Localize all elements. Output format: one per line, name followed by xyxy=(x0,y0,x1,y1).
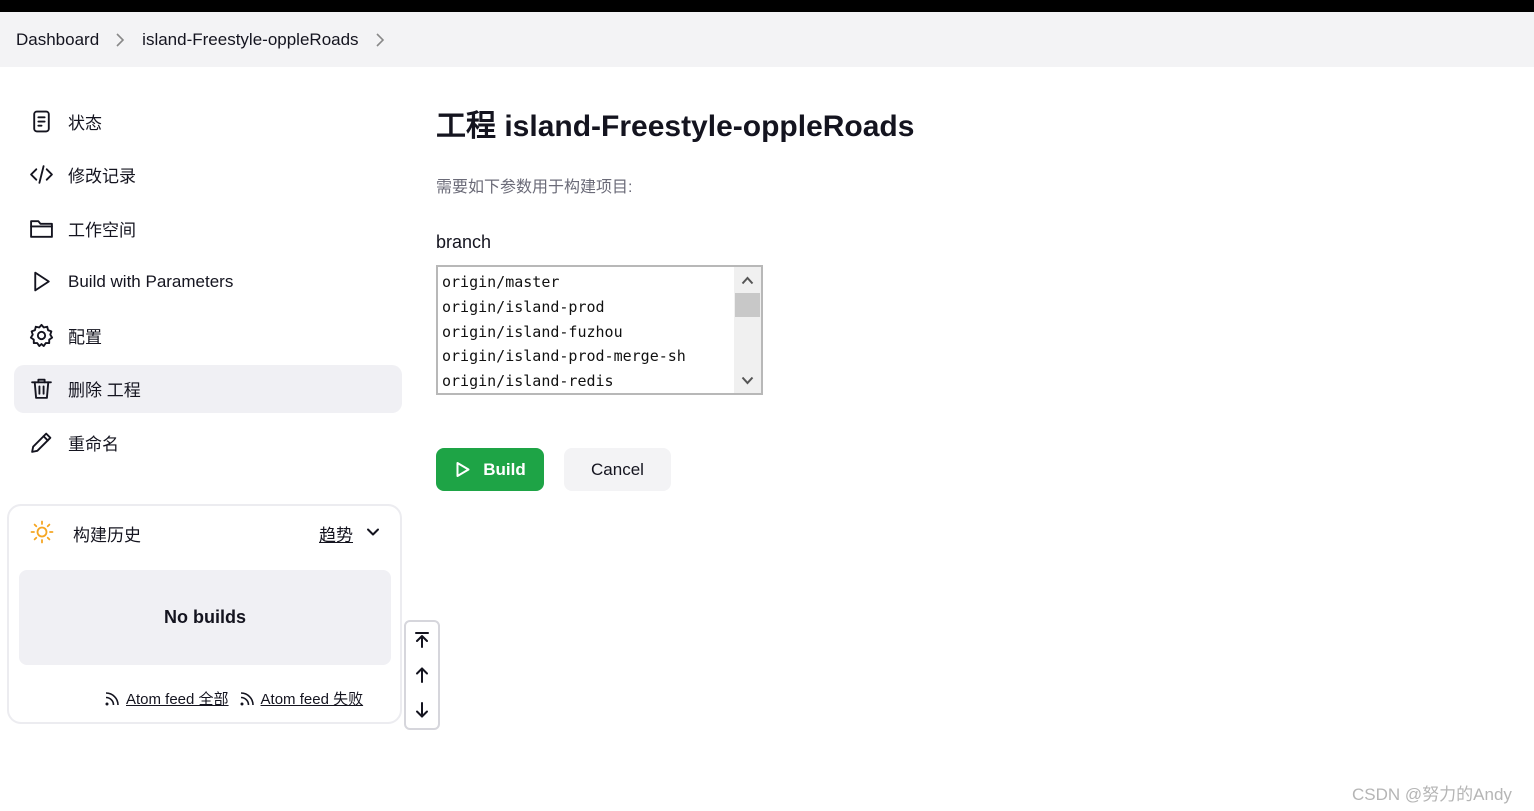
branch-options: origin/master origin/island-prod origin/… xyxy=(442,270,734,394)
parameters-description: 需要如下参数用于构建项目: xyxy=(436,179,633,196)
sun-icon xyxy=(30,520,54,544)
sidebar: 状态 修改记录 工作空间 Build with Parameters 配置 删除… xyxy=(14,97,402,472)
sidebar-item-label: 状态 xyxy=(68,113,102,133)
atom-feed-failed-link[interactable]: Atom feed 失败 xyxy=(239,688,364,709)
build-history-panel: 构建历史 趋势 No builds Atom feed 全部 Atom feed… xyxy=(7,504,402,724)
branch-option[interactable]: origin/island-prod-merge-sh xyxy=(442,344,734,369)
trend-link[interactable]: 趋势 xyxy=(319,521,353,546)
sidebar-item-status[interactable]: 状态 xyxy=(14,97,402,145)
watermark: CSDN @努力的Andy xyxy=(1352,785,1512,804)
arrow-to-top-icon xyxy=(415,631,429,648)
breadcrumb-dashboard[interactable]: Dashboard xyxy=(16,30,99,50)
sidebar-item-rename[interactable]: 重命名 xyxy=(14,418,402,466)
listbox-scrollbar[interactable] xyxy=(734,267,761,393)
atom-feeds: Atom feed 全部 Atom feed 失败 xyxy=(104,688,373,709)
document-icon xyxy=(28,108,54,134)
page-scroll-controls xyxy=(404,620,440,730)
build-button[interactable]: Build xyxy=(436,448,544,491)
sidebar-item-delete-project[interactable]: 删除 工程 xyxy=(14,364,402,413)
play-icon xyxy=(456,462,470,477)
build-history-title: 构建历史 xyxy=(73,526,141,545)
sidebar-item-label: 重命名 xyxy=(68,434,119,454)
branch-option[interactable]: origin/island-prod xyxy=(442,295,734,320)
chevron-up-icon[interactable] xyxy=(734,268,761,292)
gear-icon xyxy=(28,322,54,348)
folder-icon xyxy=(28,215,54,241)
scroll-up-button[interactable] xyxy=(406,657,438,692)
arrow-up-icon xyxy=(416,667,428,683)
sidebar-item-label: 工作空间 xyxy=(68,220,136,240)
branch-option[interactable]: origin/island-fuzhou xyxy=(442,320,734,345)
sidebar-item-changes[interactable]: 修改记录 xyxy=(14,151,402,199)
cancel-button[interactable]: Cancel xyxy=(564,448,671,491)
sidebar-item-label: 删除 工程 xyxy=(68,381,141,400)
chevron-down-icon[interactable] xyxy=(734,368,761,392)
sidebar-item-label: 配置 xyxy=(68,327,102,347)
atom-feed-failed-label: Atom feed 失败 xyxy=(260,691,364,708)
scroll-down-button[interactable] xyxy=(406,692,438,727)
breadcrumb: Dashboard island-Freestyle-oppleRoads xyxy=(0,12,1534,67)
play-icon xyxy=(28,269,54,295)
build-button-label: Build xyxy=(483,459,526,479)
rss-icon xyxy=(105,691,119,705)
rss-icon xyxy=(240,691,254,705)
sidebar-item-build-with-parameters[interactable]: Build with Parameters xyxy=(14,258,402,306)
chevron-down-icon[interactable] xyxy=(365,524,381,540)
sidebar-item-configure[interactable]: 配置 xyxy=(14,311,402,359)
scroll-to-top-button[interactable] xyxy=(406,622,438,657)
sidebar-item-workspace[interactable]: 工作空间 xyxy=(14,204,402,252)
page-title: 工程 island-Freestyle-oppleRoads xyxy=(436,110,915,143)
code-icon xyxy=(28,162,54,188)
scrollbar-thumb[interactable] xyxy=(735,293,760,317)
chevron-right-icon[interactable] xyxy=(375,32,385,47)
branch-option[interactable]: origin/master xyxy=(442,270,734,295)
branch-option[interactable]: origin/island-redis xyxy=(442,369,734,394)
atom-feed-all-link[interactable]: Atom feed 全部 xyxy=(104,688,229,709)
pencil-icon xyxy=(28,429,54,455)
no-builds-message: No builds xyxy=(19,570,391,665)
breadcrumb-project[interactable]: island-Freestyle-oppleRoads xyxy=(142,30,358,50)
atom-feed-all-label: Atom feed 全部 xyxy=(126,691,229,708)
top-header-bar xyxy=(0,0,1534,12)
arrow-down-icon xyxy=(416,701,428,717)
trash-icon xyxy=(28,376,54,402)
sidebar-item-label: Build with Parameters xyxy=(68,271,234,291)
parameter-label: branch xyxy=(436,232,492,252)
chevron-right-icon[interactable] xyxy=(115,32,125,47)
sidebar-item-label: 修改记录 xyxy=(68,167,136,186)
branch-select-list[interactable]: origin/master origin/island-prod origin/… xyxy=(436,265,763,395)
